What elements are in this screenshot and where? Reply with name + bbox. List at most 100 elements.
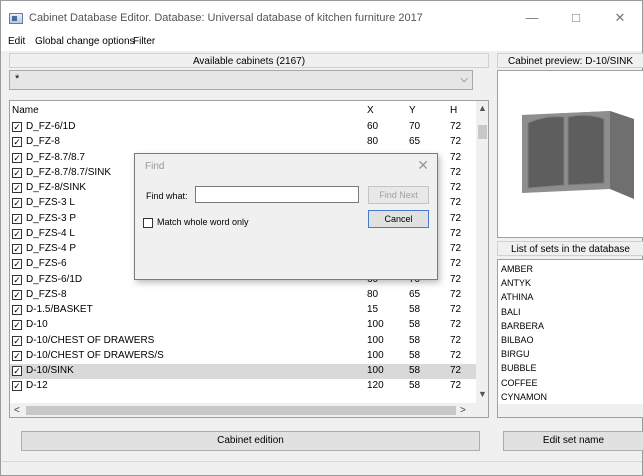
cabinet-name: D_FZ-8.7/8.7/SINK: [26, 166, 112, 178]
list-item[interactable]: BILBAO: [501, 335, 534, 345]
cabinet-right-door: [567, 114, 605, 186]
cabinet-name: D-12: [26, 380, 48, 392]
cabinet-y: 58: [409, 349, 421, 361]
cabinet-name: D_FZS-3 P: [26, 212, 77, 224]
filter-value: *: [15, 73, 20, 85]
row-checkbox[interactable]: ✓: [12, 228, 22, 239]
cabinet-name: D-10/CHEST OF DRAWERS: [26, 334, 155, 346]
row-checkbox[interactable]: ✓: [12, 183, 22, 193]
find-what-label: Find what:: [146, 191, 188, 201]
table-row[interactable]: ✓ D-1.5/BASKET 15 58 72: [10, 303, 476, 318]
row-checkbox[interactable]: ✓: [12, 320, 22, 331]
list-item[interactable]: CYNAMON: [501, 392, 547, 402]
menu-edit[interactable]: Edit: [8, 36, 25, 47]
app-icon: [9, 13, 23, 24]
cabinet-h: 72: [450, 166, 462, 178]
table-row[interactable]: ✓ D-12 120 58 72: [10, 379, 476, 394]
cabinet-x: 100: [367, 319, 384, 331]
row-checkbox[interactable]: ✓: [12, 259, 22, 270]
table-row[interactable]: ✓ D-10/SINK 100 58 72: [10, 364, 476, 379]
cabinet-h: 72: [450, 151, 462, 163]
row-checkbox[interactable]: ✓: [12, 213, 22, 224]
list-item[interactable]: AMBER: [501, 264, 533, 274]
list-item[interactable]: BIRGU: [501, 349, 530, 359]
cabinet-x: 100: [367, 334, 384, 346]
row-checkbox[interactable]: ✓: [12, 122, 22, 132]
menu-filter[interactable]: Filter: [133, 36, 155, 47]
match-whole-word-checkbox[interactable]: [143, 218, 153, 228]
list-item[interactable]: ANTYK: [501, 278, 531, 288]
table-row[interactable]: ✓ D-10/CHEST OF DRAWERS/S 100 58 72: [10, 349, 476, 364]
cabinet-edition-button[interactable]: Cabinet edition: [21, 431, 480, 451]
hscroll-thumb[interactable]: [26, 406, 456, 415]
list-item[interactable]: BUBBLE: [501, 363, 537, 373]
column-h[interactable]: H: [450, 105, 457, 116]
cabinet-h: 72: [450, 212, 462, 224]
cabinet-h: 72: [450, 334, 462, 346]
row-checkbox[interactable]: ✓: [12, 335, 22, 346]
table-row[interactable]: ✓ D_FZ-8 80 65 72: [10, 135, 476, 150]
find-what-input[interactable]: [195, 186, 359, 203]
table-row[interactable]: ✓ D-10 100 58 72: [10, 318, 476, 333]
list-item[interactable]: BARBERA: [501, 321, 544, 331]
chevron-down-icon[interactable]: ⌵: [460, 74, 468, 85]
cancel-button[interactable]: Cancel: [368, 210, 429, 228]
vertical-scrollbar[interactable]: ▲ ▼: [476, 101, 488, 403]
edit-set-name-button[interactable]: Edit set name: [503, 431, 643, 451]
column-x[interactable]: X: [367, 105, 374, 116]
scroll-down-icon[interactable]: ▼: [478, 389, 487, 399]
row-checkbox[interactable]: ✓: [12, 152, 22, 163]
cabinet-h: 72: [450, 121, 462, 132]
menu-bar: Edit Global change options Filter: [1, 35, 642, 51]
preview-header: Cabinet preview: D-10/SINK: [497, 53, 643, 68]
scroll-up-icon[interactable]: ▲: [478, 103, 487, 113]
menu-global-change-options[interactable]: Global change options: [35, 36, 135, 47]
column-name[interactable]: Name: [12, 105, 39, 116]
minimize-button[interactable]: —: [510, 7, 554, 29]
cabinet-x: 100: [367, 365, 384, 376]
row-checkbox[interactable]: ✓: [12, 167, 22, 178]
table-row[interactable]: ✓ D_FZS-8 80 65 72: [10, 288, 476, 303]
scroll-right-icon[interactable]: >: [460, 405, 466, 416]
list-item[interactable]: COFFEE: [501, 378, 538, 388]
sets-list[interactable]: AMBER ANTYK ATHINA BALI BARBERA BILBAO BIRGU BU…: [497, 259, 643, 418]
cabinet-x: 80: [367, 288, 379, 300]
find-close-icon[interactable]: ✕: [417, 157, 429, 174]
match-whole-word-label[interactable]: Match whole word only: [157, 217, 249, 227]
scroll-thumb[interactable]: [478, 125, 487, 139]
cabinet-name: D_FZS-3 L: [26, 197, 75, 209]
row-checkbox[interactable]: ✓: [12, 137, 22, 148]
list-item[interactable]: ATHINA: [501, 292, 533, 302]
maximize-button[interactable]: □: [554, 7, 598, 29]
filter-combo[interactable]: * ⌵: [9, 70, 473, 90]
cabinet-name: D_FZS-4 L: [26, 227, 75, 239]
cabinet-name: D_FZ-8.7/8.7: [26, 151, 85, 163]
main-window: Cabinet Database Editor. Database: Unive…: [0, 0, 643, 476]
row-checkbox[interactable]: ✓: [12, 244, 22, 254]
find-next-button[interactable]: Find Next: [368, 186, 429, 204]
cabinet-name: D_FZ-8/SINK: [26, 182, 87, 193]
cabinet-h: 72: [450, 304, 462, 315]
horizontal-scrollbar[interactable]: < >: [10, 403, 488, 417]
row-checkbox[interactable]: ✓: [12, 289, 22, 300]
row-checkbox[interactable]: ✓: [12, 381, 22, 392]
row-checkbox[interactable]: ✓: [12, 366, 22, 376]
scroll-left-icon[interactable]: <: [14, 405, 20, 416]
sets-horizontal-scrollbar[interactable]: [498, 404, 643, 417]
cabinet-h: 72: [450, 349, 462, 361]
row-checkbox[interactable]: ✓: [12, 350, 22, 361]
column-y[interactable]: Y: [409, 105, 416, 116]
row-checkbox[interactable]: ✓: [12, 305, 22, 315]
table-row[interactable]: ✓ D_FZ-6/1D 60 70 72: [10, 120, 476, 135]
row-checkbox[interactable]: ✓: [12, 274, 22, 285]
cabinet-name: D-1.5/BASKET: [26, 304, 93, 315]
cabinet-h: 72: [450, 319, 462, 331]
table-row[interactable]: ✓ D-10/CHEST OF DRAWERS 100 58 72: [10, 334, 476, 349]
cabinet-name: D_FZS-6: [26, 258, 67, 270]
cabinet-y: 65: [409, 136, 421, 148]
row-checkbox[interactable]: ✓: [12, 198, 22, 209]
cabinet-name: D-10: [26, 319, 48, 331]
list-item[interactable]: BALI: [501, 307, 521, 317]
close-button[interactable]: ✕: [598, 7, 642, 29]
cabinet-h: 72: [450, 136, 462, 148]
